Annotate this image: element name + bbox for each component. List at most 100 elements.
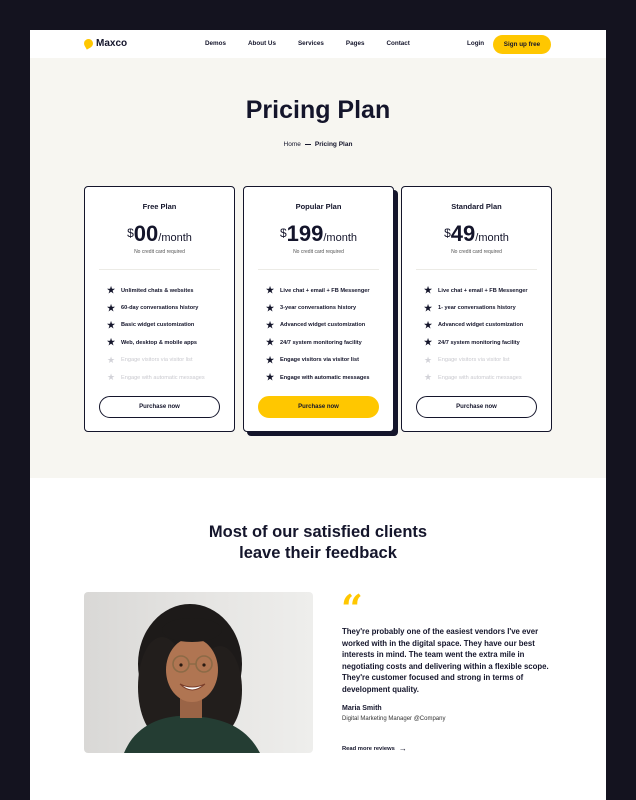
nav-link-demos[interactable]: Demos: [205, 40, 226, 47]
star-icon: ★: [107, 285, 116, 296]
plan-price: $199/month: [244, 221, 393, 247]
feature-item: ★ Live chat + email + FB Messenger: [266, 282, 385, 299]
star-icon: ★: [107, 302, 116, 313]
plan-note: No credit card required: [451, 249, 502, 255]
testimonial-role: Digital Marketing Manager @Company: [342, 716, 446, 722]
price-amount: 00: [133, 221, 159, 246]
feature-text: 3-year conversations history: [280, 305, 357, 312]
price-amount: 199: [286, 221, 324, 246]
feature-item: ★ Basic widget customization: [107, 317, 226, 334]
quote-icon: “: [341, 586, 363, 631]
feature-text: Engage visitors via visitor list: [121, 357, 193, 364]
feature-item-disabled: ★ Engage visitors via visitor list: [424, 352, 543, 369]
logo-text: Maxco: [96, 38, 128, 49]
feature-item: ★ Web, desktop & mobile apps: [107, 334, 226, 351]
feature-text: 1- year conversations history: [438, 305, 516, 312]
feature-text: Web, desktop & mobile apps: [121, 339, 198, 346]
feature-list: ★ Unlimited chats & websites ★ 60-day conv…: [107, 282, 226, 386]
star-icon: ★: [424, 337, 433, 348]
feature-text: Live chat + email + FB Messenger: [438, 287, 528, 294]
pricing-section: Pricing Plan Home Pricing Plan Free Plan …: [30, 58, 606, 478]
feature-item-disabled: ★ Engage visitors via visitor list: [107, 352, 226, 369]
logo[interactable]: Maxco: [82, 37, 128, 50]
price-period: /month: [158, 232, 192, 244]
star-icon: ★: [107, 354, 116, 365]
feature-item: ★ 3-year conversations history: [266, 299, 385, 316]
price-period: /month: [475, 232, 509, 244]
feature-text: Engage visitors via visitor list: [280, 357, 359, 364]
signup-button[interactable]: Sign up free: [493, 35, 551, 54]
purchase-button-popular[interactable]: Purchase now: [258, 396, 379, 418]
feature-text: 60-day conversations history: [121, 305, 199, 312]
testimonial-title-line1: Most of our satisfied clients: [208, 523, 428, 541]
price-currency: $: [127, 226, 134, 240]
nav-link-contact[interactable]: Contact: [386, 40, 409, 47]
plan-card-standard: Standard Plan $49/month No credit card r…: [401, 186, 552, 432]
arrow-right-icon: →: [398, 744, 407, 753]
price-currency: $: [444, 226, 451, 240]
breadcrumb-home[interactable]: Home: [284, 141, 301, 148]
nav-link-services[interactable]: Services: [298, 40, 324, 47]
star-icon: ★: [424, 354, 433, 365]
feature-text: 24/7 system monitoring facility: [438, 339, 520, 346]
testimonial-title-line2: leave their feedback: [239, 544, 397, 562]
testimonial-title: Most of our satisfied clients leave thei…: [30, 522, 606, 564]
client-portrait-image: [124, 604, 260, 753]
page-frame: Maxco Demos About Us Services Pages Cont…: [30, 30, 606, 800]
client-photo: [84, 592, 313, 753]
nav-menu: Demos About Us Services Pages Contact: [205, 40, 410, 47]
feature-list: ★ Live chat + email + FB Messenger ★ 3-yea…: [266, 282, 385, 386]
star-icon: ★: [107, 319, 116, 330]
feature-text: Engage with automatic messages: [280, 374, 370, 381]
star-icon: ★: [424, 319, 433, 330]
plan-card-free: Free Plan $00/month No credit card requi…: [84, 186, 235, 432]
feature-text: Engage with automatic messages: [121, 374, 205, 381]
feature-text: Advanced widget customization: [280, 322, 366, 329]
divider: [258, 269, 379, 270]
plan-note: No credit card required: [134, 249, 185, 255]
star-icon: ★: [107, 372, 116, 383]
feature-item-disabled: ★ Engage with automatic messages: [107, 369, 226, 386]
price-amount: 49: [450, 221, 476, 246]
feature-item: ★ 24/7 system monitoring facility: [424, 334, 543, 351]
price-currency: $: [279, 226, 287, 240]
plan-card-popular: Popular Plan $199/month No credit card r…: [243, 186, 394, 432]
testimonial-author: Maria Smith: [342, 705, 382, 712]
star-icon: ★: [266, 354, 275, 365]
feature-text: 24/7 system monitoring facility: [280, 339, 362, 346]
feature-item: ★ Engage visitors via visitor list: [266, 352, 385, 369]
nav-link-about[interactable]: About Us: [248, 40, 276, 47]
logo-icon: [82, 37, 95, 50]
star-icon: ★: [266, 302, 275, 313]
read-more-label: Read more reviews: [342, 745, 395, 752]
nav-link-pages[interactable]: Pages: [346, 40, 365, 47]
login-link[interactable]: Login: [467, 40, 484, 47]
purchase-button-free[interactable]: Purchase now: [99, 396, 220, 418]
feature-text: Basic widget customization: [121, 322, 195, 329]
feature-text: Engage with automatic messages: [438, 374, 522, 381]
feature-text: Advanced widget customization: [438, 322, 524, 329]
feature-item: ★ 60-day conversations history: [107, 299, 226, 316]
star-icon: ★: [266, 319, 275, 330]
star-icon: ★: [107, 337, 116, 348]
feature-item: ★ 24/7 system monitoring facility: [266, 334, 385, 351]
testimonial-quote: They're probably one of the easiest vend…: [342, 627, 549, 694]
feature-item: ★ Unlimited chats & websites: [107, 282, 226, 299]
feature-list: ★ Live chat + email + FB Messenger ★ 1- ye…: [424, 282, 543, 386]
feature-item: ★ Live chat + email + FB Messenger: [424, 282, 543, 299]
price-period: /month: [323, 232, 358, 244]
plan-price: $00/month: [85, 221, 234, 247]
star-icon: ★: [424, 302, 433, 313]
page-title: Pricing Plan: [245, 96, 391, 124]
breadcrumb-separator: [304, 143, 311, 145]
feature-text: Unlimited chats & websites: [121, 287, 194, 294]
feature-item: ★ Advanced widget customization: [266, 317, 385, 334]
breadcrumb-current: Pricing Plan: [314, 141, 353, 148]
read-more-link[interactable]: Read more reviews →: [342, 744, 407, 753]
plan-note: No credit card required: [293, 249, 344, 255]
purchase-button-standard[interactable]: Purchase now: [416, 396, 537, 418]
feature-item: ★ Engage with automatic messages: [266, 369, 385, 386]
feature-text: Live chat + email + FB Messenger: [280, 287, 370, 294]
feature-text: Engage visitors via visitor list: [438, 357, 510, 364]
divider: [99, 269, 220, 270]
